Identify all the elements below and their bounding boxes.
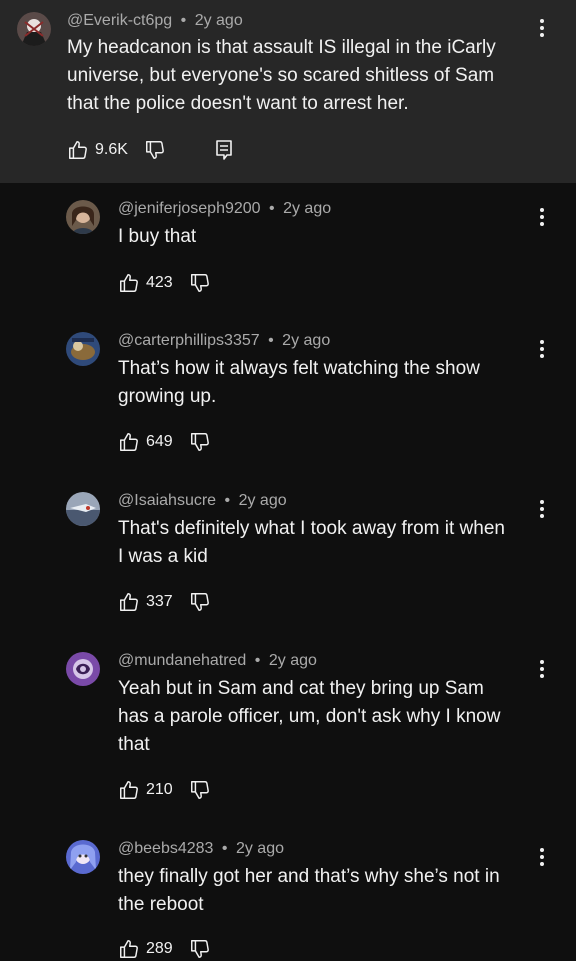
timestamp[interactable]: 2y ago	[239, 492, 287, 509]
thumbs-up-icon	[120, 593, 138, 611]
comment-actions: 289	[118, 937, 211, 961]
timestamp[interactable]: 2y ago	[282, 332, 330, 349]
reply-comment: @carterphillips3357 • 2y ago That’s how …	[0, 315, 576, 475]
thumbs-down-icon	[190, 593, 209, 611]
thumbs-down-icon	[190, 433, 209, 451]
comment-text: they finally got her and that’s why she’…	[118, 866, 500, 915]
more-vert-icon[interactable]	[530, 205, 554, 229]
comment-actions: 649	[118, 430, 211, 454]
thumbs-up-icon	[120, 940, 138, 958]
like-button[interactable]: 289	[118, 938, 173, 960]
thumbs-down-icon	[190, 274, 209, 292]
author-handle[interactable]: @Isaiahsucre	[118, 492, 216, 509]
more-vert-icon[interactable]	[530, 657, 554, 681]
dislike-button[interactable]	[144, 139, 166, 161]
reply-comment: @beebs4283 • 2y ago they finally got her…	[0, 823, 576, 960]
comment-actions: 210	[118, 778, 211, 802]
thumbs-up-icon	[120, 274, 138, 292]
dislike-button[interactable]	[189, 591, 211, 613]
comment-actions: 9.6K	[67, 138, 234, 162]
more-vert-icon[interactable]	[530, 497, 554, 521]
avatar[interactable]	[66, 840, 100, 874]
like-button[interactable]: 210	[118, 779, 173, 801]
comment-thread: @Everik-ct6pg • 2y ago My headcanon is t…	[0, 0, 576, 183]
like-count: 210	[146, 781, 173, 798]
like-button[interactable]: 337	[118, 591, 173, 613]
like-count: 423	[146, 274, 173, 291]
comment-meta: @mundanehatred • 2y ago	[118, 652, 317, 670]
thumbs-up-icon	[120, 433, 138, 451]
thumbs-up-icon	[120, 781, 138, 799]
like-button[interactable]: 649	[118, 431, 173, 453]
more-vert-icon[interactable]	[530, 845, 554, 869]
thumbs-down-icon	[190, 940, 209, 958]
dislike-button[interactable]	[189, 779, 211, 801]
comment-text: That’s how it always felt watching the s…	[118, 358, 480, 407]
reply-comment: @jeniferjoseph9200 • 2y ago I buy that 4…	[0, 183, 576, 315]
comment-actions: 423	[118, 271, 211, 295]
like-count: 289	[146, 940, 173, 957]
comment-text: My headcanon is that assault IS illegal …	[67, 37, 496, 114]
reply-icon	[216, 140, 232, 160]
dislike-button[interactable]	[189, 431, 211, 453]
like-count: 337	[146, 593, 173, 610]
meta-separator: •	[268, 332, 274, 349]
meta-separator: •	[221, 840, 228, 857]
timestamp[interactable]: 2y ago	[283, 200, 331, 217]
avatar[interactable]	[66, 200, 100, 234]
comment-meta: @Everik-ct6pg • 2y ago	[67, 12, 243, 30]
more-vert-icon[interactable]	[530, 16, 554, 40]
like-count: 9.6K	[95, 141, 128, 158]
reply-comment: @Isaiahsucre • 2y ago That's definitely …	[0, 475, 576, 635]
thumbs-up-icon	[69, 141, 87, 159]
meta-separator: •	[254, 652, 261, 669]
meta-separator: •	[269, 200, 275, 217]
author-handle[interactable]: @Everik-ct6pg	[67, 12, 172, 29]
dislike-button[interactable]	[189, 938, 211, 960]
more-vert-icon[interactable]	[530, 337, 554, 361]
avatar[interactable]	[66, 652, 100, 686]
thumbs-down-icon	[145, 141, 164, 159]
comment-meta: @Isaiahsucre • 2y ago	[118, 492, 287, 510]
author-handle[interactable]: @beebs4283	[118, 840, 213, 857]
avatar[interactable]	[66, 332, 100, 366]
author-handle[interactable]: @jeniferjoseph9200	[118, 200, 261, 217]
comment-meta: @carterphillips3357 • 2y ago	[118, 332, 330, 350]
comment-text: That's definitely what I took away from …	[118, 518, 505, 567]
meta-separator: •	[180, 12, 187, 29]
timestamp[interactable]: 2y ago	[269, 652, 317, 669]
comment-actions: 337	[118, 590, 211, 614]
comment-meta: @beebs4283 • 2y ago	[118, 840, 284, 858]
dislike-button[interactable]	[189, 272, 211, 294]
thumbs-down-icon	[190, 781, 209, 799]
avatar[interactable]	[66, 492, 100, 526]
timestamp[interactable]: 2y ago	[195, 12, 243, 29]
timestamp[interactable]: 2y ago	[236, 840, 284, 857]
comment-meta: @jeniferjoseph9200 • 2y ago	[118, 200, 331, 218]
author-handle[interactable]: @carterphillips3357	[118, 332, 260, 349]
avatar[interactable]	[17, 12, 51, 46]
like-button[interactable]: 423	[118, 272, 173, 294]
comment-text: I buy that	[118, 226, 197, 247]
reply-button[interactable]	[214, 139, 234, 161]
like-button[interactable]: 9.6K	[67, 139, 128, 161]
reply-comment: @mundanehatred • 2y ago Yeah but in Sam …	[0, 635, 576, 823]
comment-text: Yeah but in Sam and cat they bring up Sa…	[118, 678, 501, 755]
like-count: 649	[146, 433, 173, 450]
meta-separator: •	[224, 492, 231, 509]
author-handle[interactable]: @mundanehatred	[118, 652, 246, 669]
